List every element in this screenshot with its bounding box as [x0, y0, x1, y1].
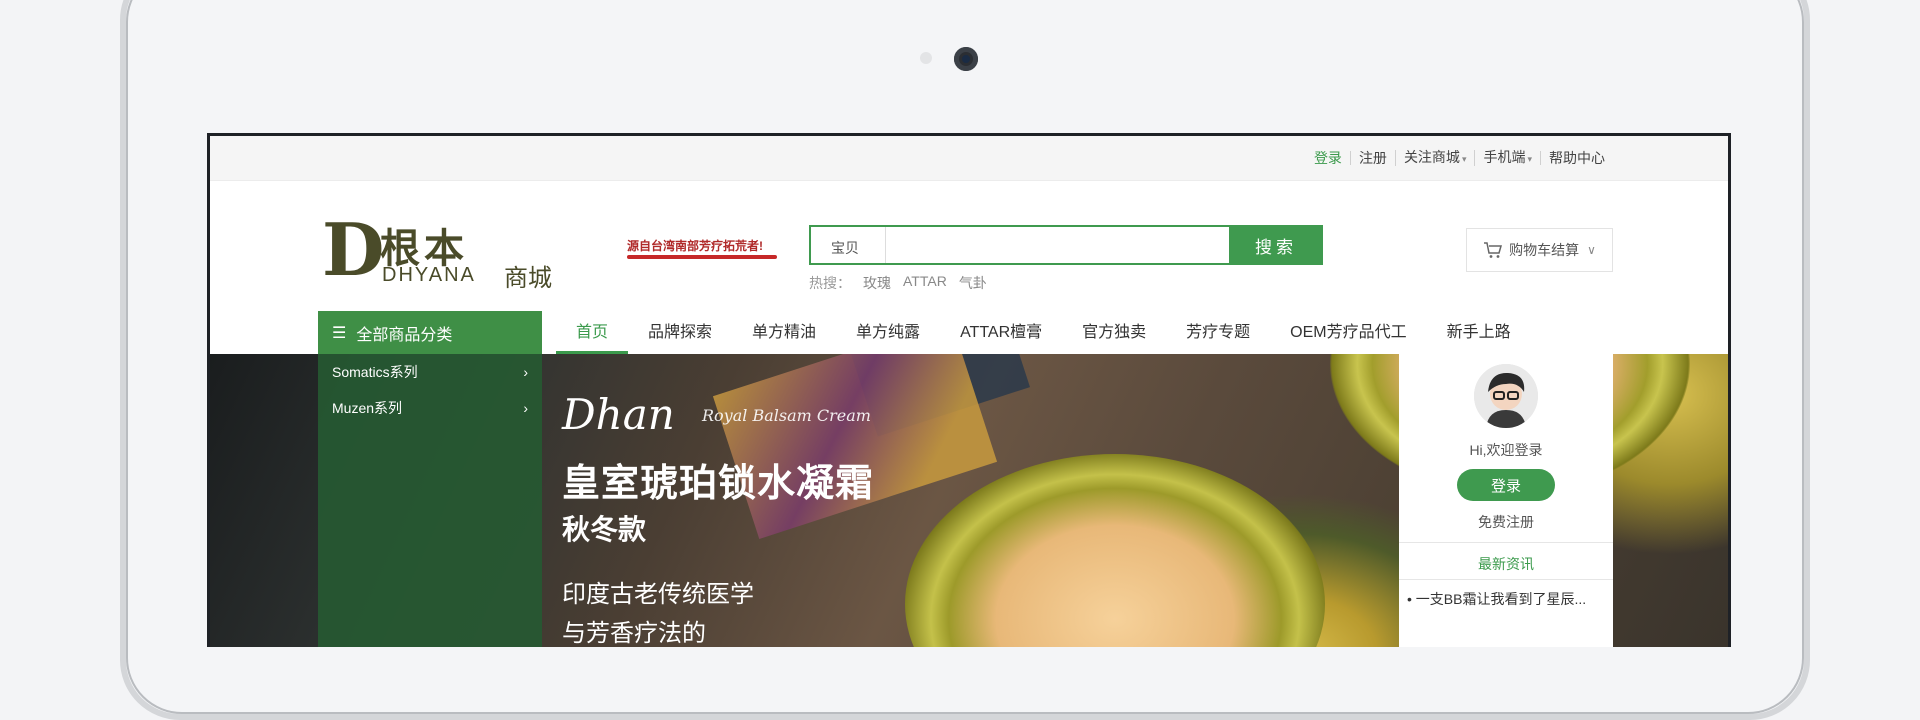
nav-item-single-oil[interactable]: 单方精油 [732, 311, 836, 354]
main-nav: 首页 品牌探索 单方精油 单方纯露 ATTAR檀膏 官方独卖 芳疗专题 OEM芳… [556, 311, 1531, 354]
search-scope-label[interactable]: 宝贝 [831, 238, 859, 258]
search-input[interactable] [887, 227, 1231, 265]
cart-label: 购物车结算 [1509, 242, 1580, 258]
top-nav: 登录 注册 关注商城 ▾ 手机端 ▾ 帮助中心 [1306, 150, 1613, 166]
slogan-underline [627, 255, 777, 259]
chevron-right-icon: › [523, 400, 528, 416]
site-logo[interactable]: D 根本 DHYANA 商城 [322, 214, 572, 294]
hot-keyword[interactable]: 玫瑰 [863, 273, 891, 293]
banner-text: Dhan Royal Balsam Cream 皇室琥珀锁水凝霜 秋冬款 印度古… [562, 354, 1062, 647]
help-center-link[interactable]: 帮助中心 [1540, 151, 1613, 165]
banner-subtitle: 秋冬款 [562, 514, 647, 545]
cart-icon [1484, 242, 1503, 258]
category-label: Somatics系列 [332, 364, 418, 380]
register-link[interactable]: 免费注册 [1399, 512, 1613, 532]
hot-keyword[interactable]: ATTAR [903, 273, 947, 293]
top-login-link[interactable]: 登录 [1306, 151, 1350, 165]
avatar-icon [1474, 364, 1538, 428]
nav-item-topics[interactable]: 芳疗专题 [1166, 311, 1270, 354]
top-bar: 登录 注册 关注商城 ▾ 手机端 ▾ 帮助中心 [210, 136, 1728, 181]
nav-item-brand[interactable]: 品牌探索 [628, 311, 732, 354]
logo-mall-label: 商城 [504, 265, 552, 292]
mobile-label: 手机端 [1483, 149, 1526, 165]
logo-mark: D [322, 207, 385, 292]
tablet-screen: 登录 注册 关注商城 ▾ 手机端 ▾ 帮助中心 D 根本 DHYANA 商城 源自台… [207, 133, 1731, 647]
nav-item-exclusive[interactable]: 官方独卖 [1062, 311, 1166, 354]
chevron-right-icon: › [523, 364, 528, 380]
follow-mall-menu[interactable]: 关注商城 ▾ [1394, 149, 1475, 166]
category-label: Muzen系列 [332, 400, 403, 416]
search-box: 宝贝 搜索 [809, 225, 1323, 265]
banner-brand-sub: Royal Balsam Cream [702, 406, 871, 425]
nav-item-attar[interactable]: ATTAR檀膏 [940, 311, 1062, 354]
sensor-dot [920, 52, 932, 64]
nav-item-newbie[interactable]: 新手上路 [1427, 311, 1531, 354]
chevron-down-icon: ▾ [1461, 154, 1467, 164]
hot-label: 热搜： [809, 275, 851, 291]
news-item[interactable]: • 一支BB霜让我看到了星辰... [1407, 589, 1607, 609]
divider [1399, 579, 1613, 580]
avatar [1474, 364, 1538, 428]
mobile-menu[interactable]: 手机端 ▾ [1474, 150, 1540, 166]
news-title: 最新资讯 [1478, 556, 1534, 572]
follow-mall-label: 关注商城 [1403, 149, 1460, 165]
hot-keyword[interactable]: 气卦 [959, 273, 987, 293]
user-panel: Hi,欢迎登录 登录 免费注册 最新资讯 • 一支BB霜让我看到了星辰... [1399, 354, 1613, 647]
search-button[interactable]: 搜索 [1229, 225, 1323, 265]
banner-title: 皇室琥珀锁水凝霜 [562, 463, 875, 505]
nav-item-home[interactable]: 首页 [556, 311, 629, 354]
slogan: 源自台湾南部芳疗拓荒者! [627, 239, 763, 253]
hot-searches: 热搜： 玫瑰 ATTAR 气卦 [809, 273, 987, 293]
nav-item-hydrosol[interactable]: 单方纯露 [836, 311, 940, 354]
logo-english: DHYANA [382, 264, 476, 286]
category-item[interactable]: Muzen系列 › [318, 390, 542, 426]
divider [1399, 542, 1613, 543]
search-divider [885, 227, 886, 263]
category-panel: Somatics系列 › Muzen系列 › [318, 354, 542, 647]
login-button[interactable]: 登录 [1457, 469, 1555, 501]
all-categories-button[interactable]: ☰ 全部商品分类 [318, 311, 542, 354]
chevron-down-icon: ▾ [1527, 154, 1532, 164]
chevron-down-icon: ∨ [1587, 243, 1596, 257]
category-item[interactable]: Somatics系列 › [318, 354, 542, 390]
camera-lens [954, 47, 978, 71]
banner-description-line: 印度古老传统医学 [562, 581, 754, 608]
nav-item-oem[interactable]: OEM芳疗品代工 [1270, 311, 1426, 354]
all-categories-label: 全部商品分类 [356, 326, 453, 344]
menu-icon: ☰ [332, 324, 347, 342]
cart-button[interactable]: 购物车结算 ∨ [1466, 228, 1613, 272]
banner-description-line: 与芳香疗法的 [562, 620, 706, 647]
banner-brand: Dhan [562, 390, 675, 439]
top-register-link[interactable]: 注册 [1349, 151, 1395, 165]
welcome-text: Hi,欢迎登录 [1469, 442, 1543, 458]
